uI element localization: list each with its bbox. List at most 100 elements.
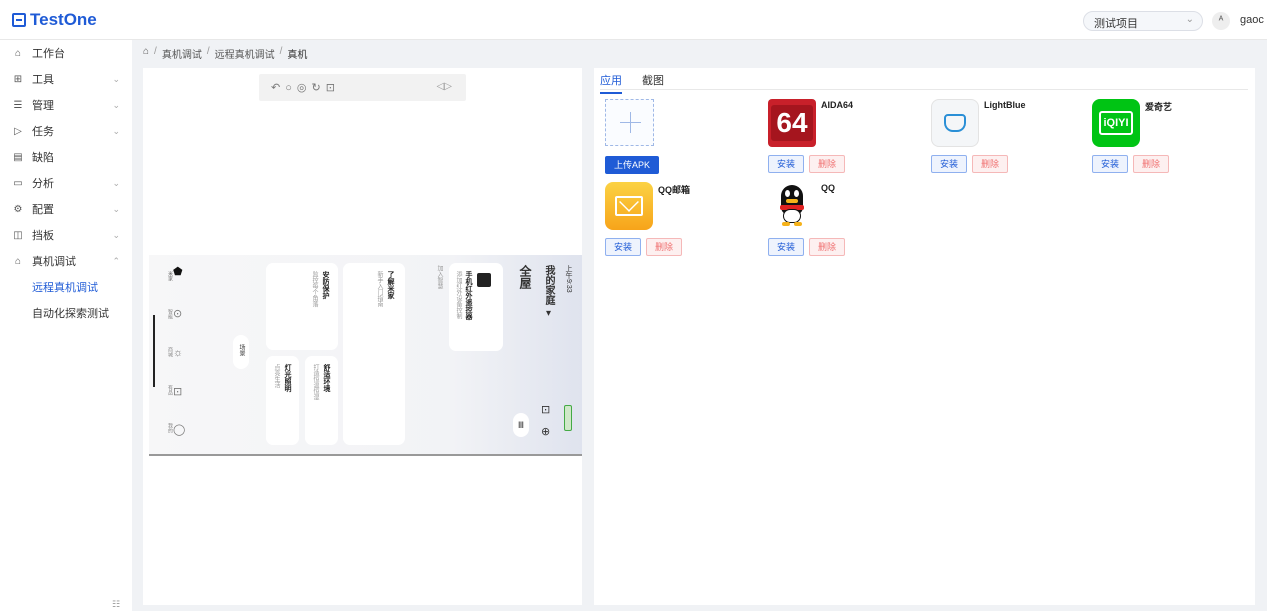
install-button[interactable]: 安装 <box>931 155 967 173</box>
delete-button[interactable]: 删除 <box>646 238 682 256</box>
sidebar-item-label: 配置 <box>32 204 54 216</box>
sidebar-item-baffle[interactable]: ◫ 挡板 ⌄ <box>0 222 132 248</box>
scene-badge[interactable]: 场景 <box>233 335 249 369</box>
nav-label: 我的 <box>167 423 173 433</box>
chevron-down-icon: ⌄ <box>112 73 120 84</box>
install-button[interactable]: 安装 <box>768 155 804 173</box>
app-name: QQ <box>821 183 836 193</box>
upload-apk-button[interactable]: 上传APK <box>605 156 659 174</box>
card-hint: 加入智慧 <box>436 265 442 289</box>
sidebar-item-defects[interactable]: ▤ 缺陷 <box>0 144 132 170</box>
card-title: 手机红外遥控器 <box>465 271 472 320</box>
install-button[interactable]: 安装 <box>768 238 804 256</box>
app-name: 爱奇艺 <box>1145 102 1173 112</box>
add-icon[interactable]: ⊕ <box>541 425 550 438</box>
sidebar-item-label: 任务 <box>32 126 54 138</box>
sidebar-subitem-remote-debug[interactable]: 远程真机调试 <box>0 275 132 301</box>
chevron-down-icon: ⌄ <box>112 229 120 240</box>
delete-button[interactable]: 删除 <box>809 155 845 173</box>
delete-button[interactable]: 删除 <box>972 155 1008 173</box>
app-name: LightBlue <box>984 100 1026 110</box>
device-icon: ⌂ <box>14 255 22 267</box>
volume-icon[interactable]: ◁▷ <box>437 81 452 92</box>
qq-icon <box>768 182 816 230</box>
sidebar-item-label: 工具 <box>32 74 54 86</box>
nav-mijia-icon[interactable]: ⬟ <box>173 265 183 278</box>
sidebar: ⌂ 工作台 ⊞ 工具 ⌄ ☰ 管理 ⌄ ▷ 任务 ⌄ ▤ 缺陷 ▭ 分析 ⌄ ⚙… <box>0 40 132 611</box>
chevron-down-icon: ⌄ <box>112 177 120 188</box>
breadcrumb-item[interactable]: 远程真机调试 <box>215 46 275 61</box>
card-learn-mijia[interactable]: 了解米家 新手入门指南 <box>343 263 405 445</box>
nav-me-icon[interactable]: ◯ <box>173 423 185 436</box>
sidebar-item-tools[interactable]: ⊞ 工具 ⌄ <box>0 66 132 92</box>
home-title[interactable]: 我的家庭 ▾ <box>541 265 556 319</box>
sidebar-item-device-debug[interactable]: ⌂ 真机调试 ⌃ <box>0 248 132 274</box>
card-lighting[interactable]: 灯光照明 点亮生活 <box>266 356 299 445</box>
card-ir-remote[interactable]: 手机红外遥控器 添加红外设备控制 <box>449 263 503 351</box>
grid-icon: ⊞ <box>13 73 23 85</box>
section-all: 全屋 <box>518 265 532 289</box>
gear-icon: ⚙ <box>13 203 23 215</box>
sidebar-item-label: 挡板 <box>32 230 54 242</box>
card-subtitle: 监控每个角落 <box>311 271 317 307</box>
sidebar-item-label: 管理 <box>32 100 54 112</box>
sidebar-item-tasks[interactable]: ▷ 任务 ⌄ <box>0 118 132 144</box>
qqmail-icon <box>605 182 653 230</box>
tab-screenshots[interactable]: 截图 <box>642 72 664 94</box>
home-circle-icon[interactable]: ○ <box>285 82 292 94</box>
nav-smart-icon[interactable]: ⊙ <box>173 307 182 320</box>
message-icon[interactable]: ⊡ <box>541 403 550 416</box>
rotate-icon[interactable]: ↻ <box>311 81 320 94</box>
screenshot-icon[interactable]: ◎ <box>297 81 307 94</box>
device-screen[interactable]: 上午9:33 我的家庭 ▾ 全屋 ⊡ ⊕ Ⅲ 手机红外遥控器 添加红外设备控制 … <box>149 255 582 456</box>
card-title: 了解米家 <box>387 271 394 299</box>
back-icon[interactable]: ↶ <box>271 81 280 94</box>
sidebar-subitem-auto-explore[interactable]: 自动化探索测试 <box>0 301 132 327</box>
delete-button[interactable]: 删除 <box>809 238 845 256</box>
card-comfort[interactable]: 舒适环境 打造恒温恒湿 <box>305 356 338 445</box>
app-name: AIDA64 <box>821 100 854 110</box>
breadcrumb-item[interactable]: 真机调试 <box>162 46 202 61</box>
project-select-value: 测试项目 <box>1094 18 1138 30</box>
device-panel: ↶ ○ ◎ ↻ ⊡ ◁▷ 上午9:33 我的家庭 ▾ 全屋 ⊡ ⊕ Ⅲ 手机红外… <box>143 68 582 605</box>
card-subtitle: 点亮生活 <box>273 364 279 388</box>
home-icon[interactable]: ⌂ <box>143 46 149 61</box>
tab-bar: 应用 截图 <box>600 72 664 94</box>
iqiyi-icon: iQIYI <box>1092 99 1140 147</box>
delete-button[interactable]: 删除 <box>1133 155 1169 173</box>
nav-label: 智能 <box>167 309 173 319</box>
nav-label: 有品 <box>167 385 173 395</box>
install-button[interactable]: 安装 <box>1092 155 1128 173</box>
list-icon: ☰ <box>13 99 23 111</box>
sidebar-item-workbench[interactable]: ⌂ 工作台 <box>0 40 132 66</box>
status-time: 上午9:33 <box>565 265 572 293</box>
lightblue-icon <box>931 99 979 147</box>
sidebar-item-config[interactable]: ⚙ 配置 ⌄ <box>0 196 132 222</box>
chevron-down-icon: ⌄ <box>1185 14 1194 25</box>
chevron-down-icon: ⌄ <box>112 125 120 136</box>
card-security[interactable]: 安防保护 监控每个角落 <box>266 263 338 350</box>
sidebar-item-analysis[interactable]: ▭ 分析 ⌄ <box>0 170 132 196</box>
breadcrumb: ⌂ / 真机调试 / 远程真机调试 / 真机 <box>143 46 308 61</box>
nav-youpin-icon[interactable]: ⊡ <box>173 385 182 398</box>
collapse-sidebar-icon[interactable]: ☷ <box>112 599 120 610</box>
lock-icon[interactable]: ⊡ <box>326 81 335 94</box>
gesture-bar <box>153 315 155 387</box>
tab-apps[interactable]: 应用 <box>600 72 622 94</box>
breadcrumb-current: 真机 <box>287 50 308 61</box>
card-title: 安防保护 <box>322 271 329 299</box>
top-bar: TestOne 测试项目 ⌄ ᴬ gaoc <box>0 0 1267 40</box>
device-control-bar: ↶ ○ ◎ ↻ ⊡ ◁▷ <box>259 74 466 101</box>
logo[interactable]: TestOne <box>12 10 97 30</box>
home-icon: ⌂ <box>14 47 22 59</box>
menu-icon[interactable]: Ⅲ <box>513 413 529 437</box>
panel-icon: ◫ <box>13 229 23 241</box>
sidebar-item-label: 工作台 <box>32 48 65 60</box>
nav-mall-icon[interactable]: ☼ <box>173 347 183 359</box>
sidebar-item-manage[interactable]: ☰ 管理 ⌄ <box>0 92 132 118</box>
upload-dropzone[interactable] <box>605 99 654 146</box>
username[interactable]: gaoc <box>1240 14 1264 26</box>
project-select[interactable]: 测试项目 ⌄ <box>1083 11 1203 31</box>
translate-icon[interactable]: ᴬ <box>1212 12 1230 30</box>
install-button[interactable]: 安装 <box>605 238 641 256</box>
